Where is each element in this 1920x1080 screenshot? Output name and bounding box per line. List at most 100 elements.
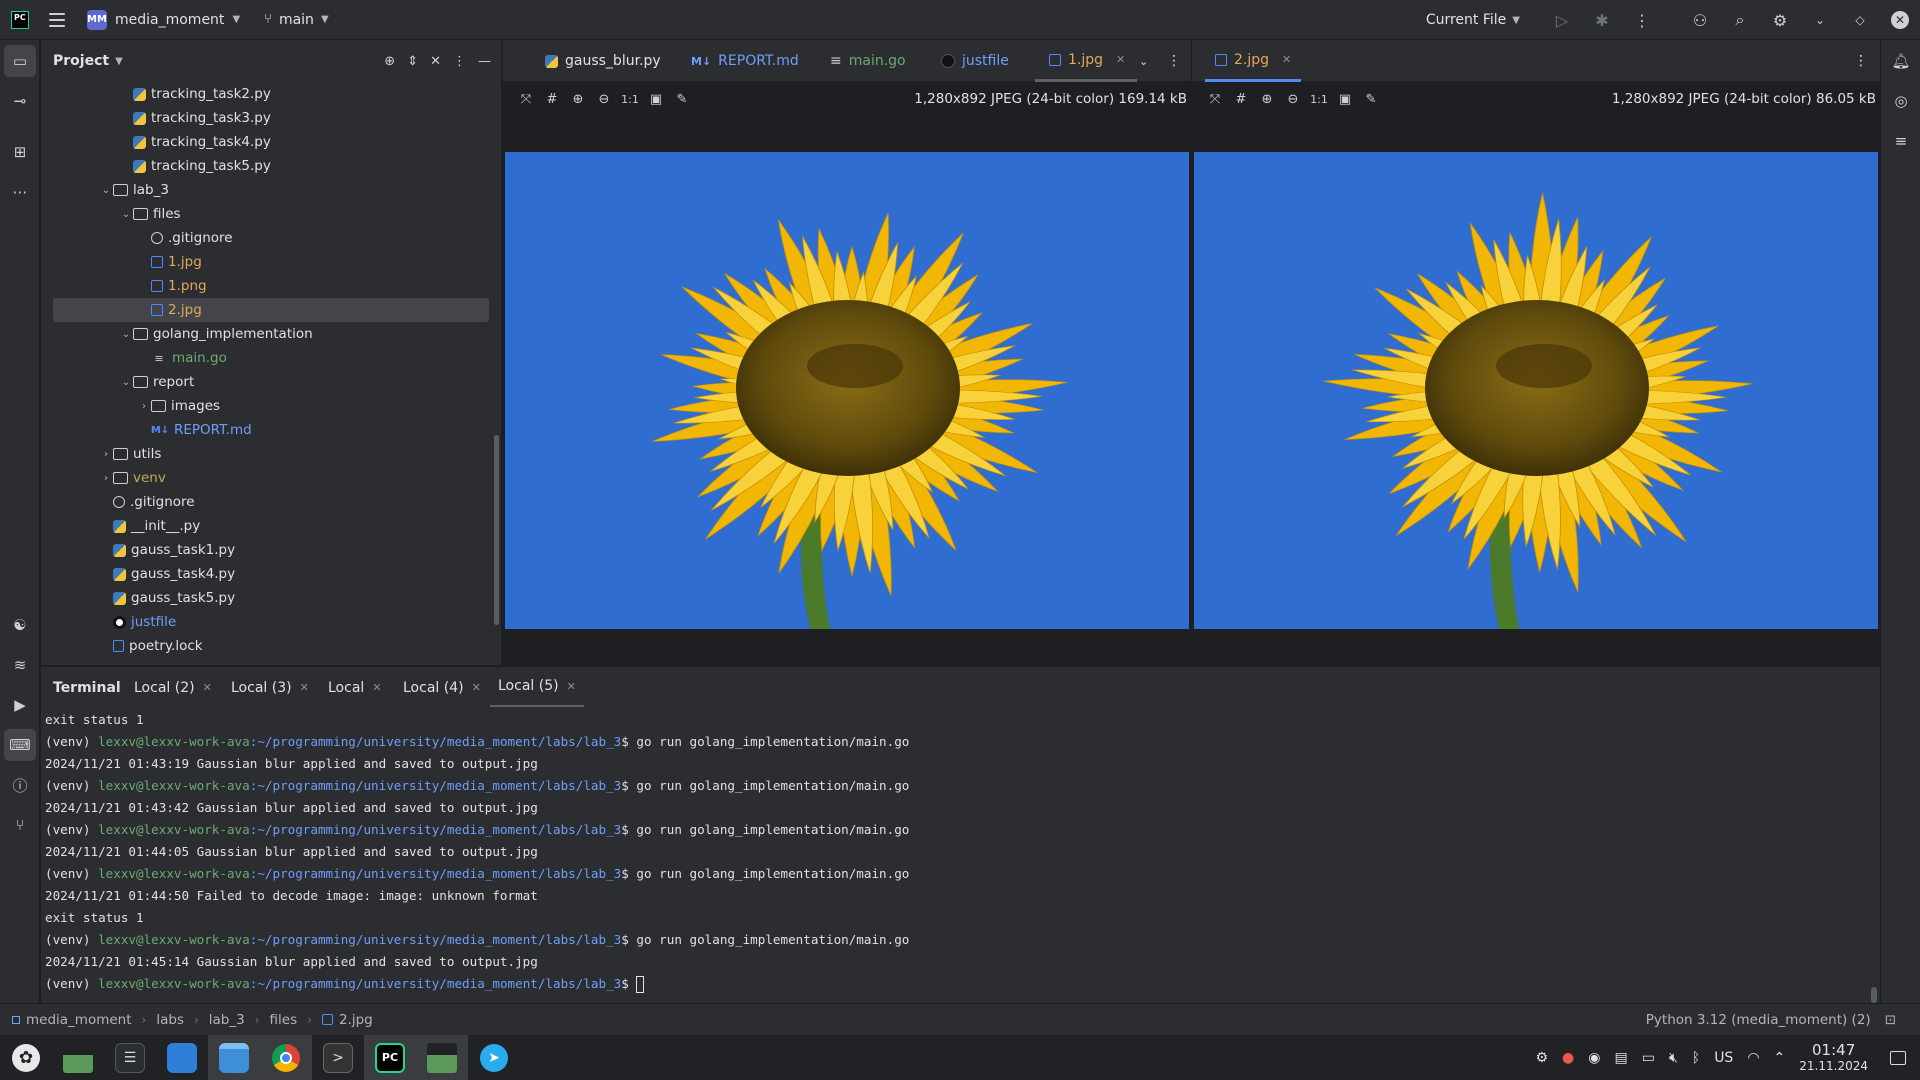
options-icon[interactable]: ⋮ [453,54,466,69]
clipboard-icon[interactable]: ▤ [1614,1050,1627,1066]
grid-icon[interactable]: # [1228,92,1254,107]
breadcrumb-item[interactable]: lab_3 [209,1012,245,1028]
tab-gauss-blur-py[interactable]: gauss_blur.py [545,40,661,82]
fit-zoom-icon[interactable]: ⤧ [1202,92,1228,107]
tree-file[interactable]: tracking_task2.py [41,82,489,106]
tab-justfile[interactable]: justfile [941,40,1009,82]
pycharm-logo-icon[interactable]: PC [11,10,29,29]
color-picker-icon[interactable]: ✎ [1358,92,1384,107]
tree-file[interactable]: 1.png [41,274,489,298]
project-switcher[interactable]: MM media_moment ▼ [87,9,240,30]
close-tab-icon[interactable]: ✕ [567,680,576,693]
actual-size-button[interactable]: 1:1 [1306,93,1332,106]
main-menu-icon[interactable] [49,12,65,27]
tree-folder[interactable]: ⌄ report [41,370,489,394]
terminal-tab[interactable]: Local (4) ✕ [403,667,481,708]
update-notifier-icon[interactable]: ● [1562,1050,1574,1066]
breadcrumb-item[interactable]: 2.jpg [339,1012,373,1028]
terminal-tab[interactable]: Local ✕ [328,667,382,708]
tree-folder[interactable]: ⌄ golang_implementation [41,322,489,346]
chevron-down-icon[interactable]: ⌄ [99,185,113,196]
tree-file[interactable]: ≡ main.go [41,346,489,370]
zoom-in-icon[interactable]: ⊕ [1254,92,1280,107]
system-monitor-icon[interactable] [52,1035,104,1080]
pycharm-app-icon[interactable]: PC [364,1035,416,1080]
app-launcher-icon[interactable]: ✿ [0,1035,52,1080]
run-config-selector[interactable]: Current File ▼ [1426,12,1520,28]
commit-tool-icon[interactable]: ⊸ [4,85,36,117]
tab-list-dropdown[interactable]: ⌄ [1139,40,1148,82]
tree-file[interactable]: tracking_task3.py [41,106,489,130]
zoom-out-icon[interactable]: ⊖ [1280,92,1306,107]
lock-icon[interactable]: ⊡ [1885,1012,1896,1028]
zoom-out-icon[interactable]: ⊖ [591,92,617,107]
background-toggle-icon[interactable]: ▣ [643,92,669,107]
clock[interactable]: 01:47 21.11.2024 [1799,1042,1868,1074]
notifications-bell-icon[interactable]: 🔔︎ [1885,45,1917,77]
chevron-down-icon[interactable]: ⌄ [119,377,133,388]
branch-switcher[interactable]: ⑂ main ▼ [264,12,329,28]
tree-folder[interactable]: › venv [41,466,489,490]
tab-options[interactable]: ⋮ [1167,40,1181,82]
terminal-tab[interactable]: Local (3) ✕ [231,667,309,708]
ai-assistant-icon[interactable]: ◎ [1885,85,1917,117]
layers-icon[interactable]: ≋ [4,649,36,681]
breadcrumb-item[interactable]: media_moment [26,1012,132,1028]
keyboard-layout[interactable]: US [1714,1050,1733,1066]
image-viewer-left[interactable] [503,116,1191,665]
terminal-tab-active[interactable]: Local (5) ✕ [490,667,584,708]
locate-file-icon[interactable]: ⊕ [384,54,395,69]
breadcrumb-item[interactable]: files [270,1012,298,1028]
more-actions-icon[interactable]: ⋮ [1622,0,1662,40]
right-pane-options[interactable]: ⋮ [1854,40,1868,82]
tree-folder[interactable]: › utils [41,442,489,466]
terminal-app-icon[interactable]: > [312,1035,364,1080]
tree-file[interactable]: justfile [41,610,489,634]
fit-zoom-icon[interactable]: ⤧ [513,92,539,107]
tree-file[interactable]: M↓ REPORT.md [41,418,489,442]
python-interpreter[interactable]: Python 3.12 (media_moment) (2) [1646,1012,1871,1028]
close-tab-icon[interactable]: ✕ [1282,53,1291,66]
bluetooth-icon[interactable]: ᛒ [1692,1050,1700,1066]
database-icon[interactable]: ≡ [1885,125,1917,157]
terminal-tab[interactable]: Local (2) ✕ [134,667,212,708]
expand-all-icon[interactable]: ⇕ [407,54,418,69]
actual-size-button[interactable]: 1:1 [617,93,643,106]
close-tab-icon[interactable]: ✕ [372,681,381,694]
search-icon[interactable]: ⌕ [1720,0,1760,40]
settings-gear-icon[interactable]: ⚙ [1760,0,1800,40]
tree-folder[interactable]: ⌄ lab_3 [41,178,489,202]
tab-main-go[interactable]: ≡ main.go [830,40,906,82]
services-run-icon[interactable]: ▶ [4,689,36,721]
software-store-icon[interactable] [156,1035,208,1080]
close-tab-icon[interactable]: ✕ [472,681,481,694]
add-user-icon[interactable]: ⚇ [1680,0,1720,40]
close-window-icon[interactable]: ✕ [1880,0,1920,40]
chevron-right-icon[interactable]: › [99,449,113,460]
structure-tool-icon[interactable]: ⊞ [4,136,36,168]
zoom-in-icon[interactable]: ⊕ [565,92,591,107]
tree-file[interactable]: gauss_task4.py [41,562,489,586]
chevron-down-icon[interactable]: ⌄ [1800,0,1840,40]
breadcrumb-item[interactable]: labs [156,1012,184,1028]
tree-file[interactable]: .gitignore [41,490,489,514]
image-viewer-app-icon[interactable] [416,1035,468,1080]
collapse-all-icon[interactable]: ✕ [430,54,441,69]
chevron-down-icon[interactable]: ⌄ [119,209,133,220]
chevron-down-icon[interactable]: ⌄ [119,329,133,340]
tree-file[interactable]: gauss_task1.py [41,538,489,562]
color-picker-icon[interactable]: ✎ [669,92,695,107]
notification-settings-icon[interactable]: ⚙ [1535,1050,1548,1066]
battery-monitor-icon[interactable]: ▭ [1642,1050,1655,1066]
tree-file[interactable]: 2.jpg [53,298,489,322]
tab-report-md[interactable]: M↓ REPORT.md [691,40,799,82]
chevron-right-icon[interactable]: › [99,473,113,484]
git-tool-icon[interactable]: ⑂ [4,809,36,841]
tray-expand-icon[interactable]: ⌃ [1774,1050,1786,1066]
project-tree-scrollbar[interactable] [494,435,499,625]
steam-icon[interactable]: ◉ [1588,1050,1600,1066]
grid-icon[interactable]: # [539,92,565,107]
diamond-icon[interactable]: ◇ [1840,0,1880,40]
volume-muted-icon[interactable]: 🔇︎ [1669,1050,1678,1066]
close-tab-icon[interactable]: ✕ [203,681,212,694]
